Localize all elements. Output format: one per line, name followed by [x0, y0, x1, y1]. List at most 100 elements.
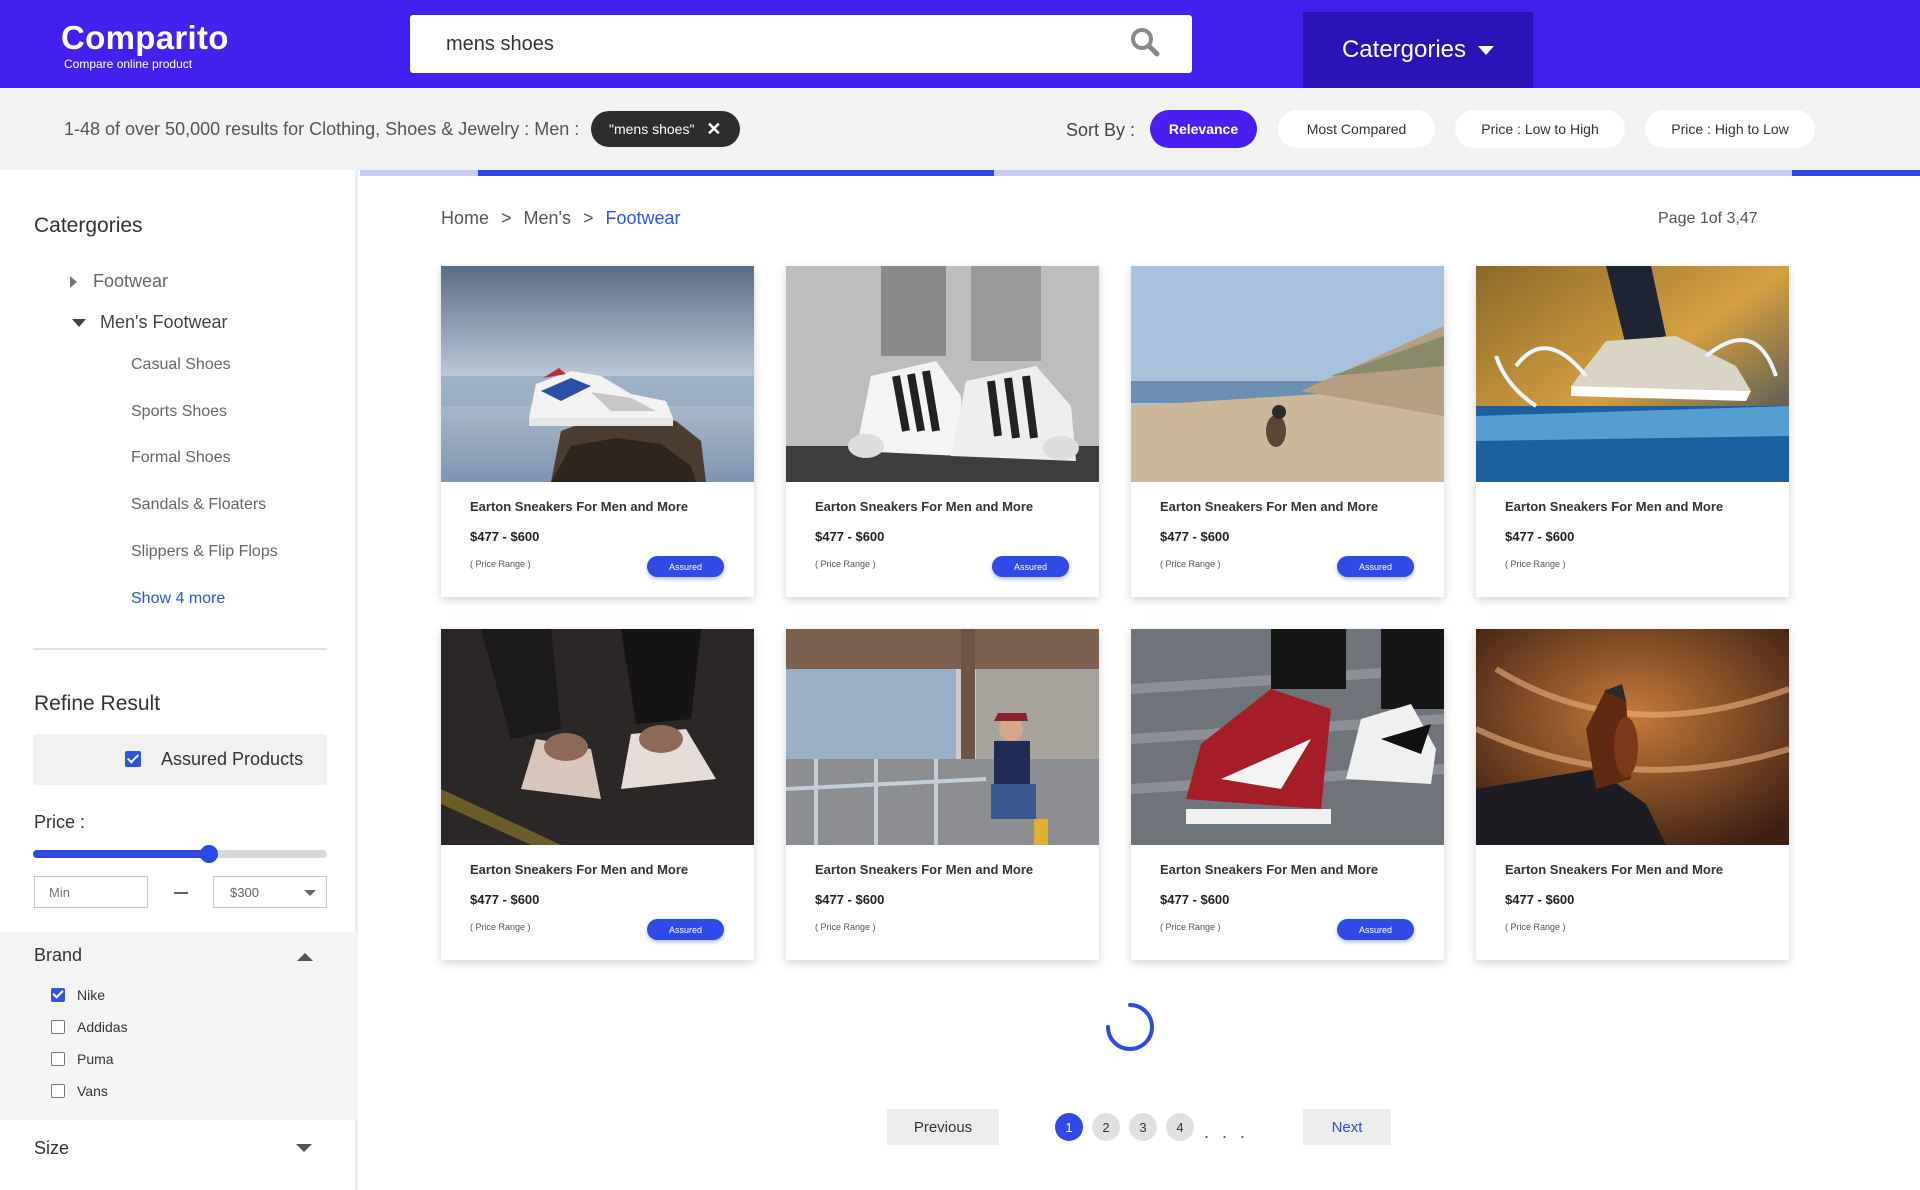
product-image[interactable] — [1131, 629, 1444, 845]
product-card[interactable]: Earton Sneakers For Men and More $477 - … — [786, 629, 1099, 960]
price-max-value: $300 — [230, 884, 259, 900]
page-number-1[interactable]: 1 — [1055, 1113, 1083, 1141]
tree-item-mens-footwear[interactable]: Men's Footwear — [72, 312, 228, 333]
price-slider[interactable] — [33, 845, 327, 863]
chevron-down-icon — [304, 890, 316, 896]
brand-label: Puma — [77, 1051, 114, 1067]
product-title[interactable]: Earton Sneakers For Men and More — [1505, 499, 1723, 514]
product-card[interactable]: Earton Sneakers For Men and More $477 - … — [1476, 629, 1789, 960]
product-card[interactable]: Earton Sneakers For Men and More $477 - … — [786, 266, 1099, 597]
product-title[interactable]: Earton Sneakers For Men and More — [815, 499, 1033, 514]
product-card[interactable]: Earton Sneakers For Men and More $477 - … — [1131, 266, 1444, 597]
product-title[interactable]: Earton Sneakers For Men and More — [815, 862, 1033, 877]
product-image[interactable] — [1476, 266, 1789, 482]
product-title[interactable]: Earton Sneakers For Men and More — [1160, 499, 1378, 514]
assured-products-filter[interactable]: Assured Products — [33, 734, 327, 785]
product-card[interactable]: Earton Sneakers For Men and More $477 - … — [441, 629, 754, 960]
close-icon[interactable]: ✕ — [706, 119, 721, 140]
caret-down-icon[interactable] — [296, 1144, 312, 1152]
tying-shoes-image — [441, 629, 754, 845]
brand-checkbox[interactable] — [51, 1020, 65, 1034]
product-title[interactable]: Earton Sneakers For Men and More — [470, 862, 688, 877]
page-number-4[interactable]: 4 — [1166, 1113, 1194, 1141]
brand-checkbox[interactable] — [51, 1084, 65, 1098]
product-image[interactable] — [1476, 629, 1789, 845]
product-card[interactable]: Earton Sneakers For Men and More $477 - … — [1476, 266, 1789, 597]
search-tag-chip[interactable]: "mens shoes" ✕ — [591, 111, 740, 147]
breadcrumb-mens[interactable]: Men's — [524, 208, 571, 229]
product-title[interactable]: Earton Sneakers For Men and More — [1160, 862, 1378, 877]
product-price-range-label: ( Price Range ) — [1160, 922, 1221, 932]
category-formal-shoes[interactable]: Formal Shoes — [131, 449, 231, 467]
product-image[interactable] — [786, 266, 1099, 482]
next-page-button[interactable]: Next — [1303, 1109, 1391, 1145]
category-slippers-flip-flops[interactable]: Slippers & Flip Flops — [131, 543, 278, 561]
sort-price-low-high-button[interactable]: Price : Low to High — [1455, 110, 1625, 148]
loading-progress-segment — [478, 170, 994, 176]
sort-price-high-low-button[interactable]: Price : High to Low — [1645, 110, 1815, 148]
product-price: $477 - $600 — [470, 892, 540, 907]
search-input[interactable] — [446, 15, 1106, 73]
product-image[interactable] — [441, 629, 754, 845]
logo-title: Comparito — [61, 19, 229, 56]
results-count: 1-48 of over 50,000 results for Clothing… — [64, 119, 580, 139]
price-max-select[interactable]: $300 — [213, 876, 327, 908]
product-price-range-label: ( Price Range ) — [470, 559, 531, 569]
assured-badge: Assured — [1337, 556, 1414, 577]
logo[interactable]: Comparito Compare online product — [61, 19, 229, 71]
brand-option-nike[interactable]: Nike — [51, 987, 105, 1003]
price-min-input[interactable] — [34, 876, 148, 908]
range-dash — [174, 892, 188, 894]
tree-item-label: Men's Footwear — [100, 312, 228, 332]
brand-option-vans[interactable]: Vans — [51, 1083, 108, 1099]
categories-label: Catergories — [1341, 36, 1467, 63]
assured-checkbox[interactable] — [125, 751, 141, 767]
product-title[interactable]: Earton Sneakers For Men and More — [1505, 862, 1723, 877]
black-white-sneakers-image — [786, 266, 1099, 482]
breadcrumb-home[interactable]: Home — [441, 208, 489, 229]
brand-checkbox[interactable] — [51, 1052, 65, 1066]
page-number-2[interactable]: 2 — [1092, 1113, 1120, 1141]
top-header: Comparito Compare online product Catergo… — [0, 0, 1920, 88]
size-heading[interactable]: Size — [34, 1138, 69, 1159]
assured-badge: Assured — [647, 919, 724, 940]
brand-option-addidas[interactable]: Addidas — [51, 1019, 128, 1035]
product-title[interactable]: Earton Sneakers For Men and More — [470, 499, 688, 514]
product-card[interactable]: Earton Sneakers For Men and More $477 - … — [1131, 629, 1444, 960]
pagination-ellipsis: . . . — [1204, 1122, 1250, 1142]
brand-option-puma[interactable]: Puma — [51, 1051, 114, 1067]
show-more-link[interactable]: Show 4 more — [131, 590, 225, 608]
sort-by-label: Sort By : — [1066, 120, 1136, 140]
product-image[interactable] — [1131, 266, 1444, 482]
tree-item-label: Footwear — [93, 271, 169, 291]
category-sandals-floaters[interactable]: Sandals & Floaters — [131, 496, 266, 514]
category-sports-shoes[interactable]: Sports Shoes — [131, 403, 227, 421]
brand-label: Nike — [77, 987, 106, 1003]
categories-dropdown-button[interactable]: Catergories — [1303, 12, 1533, 88]
product-price: $477 - $600 — [815, 529, 885, 544]
assured-label: Assured Products — [161, 749, 304, 769]
categories-heading: Catergories — [34, 214, 143, 237]
sort-relevance-button[interactable]: Relevance — [1150, 110, 1257, 148]
product-image[interactable] — [786, 629, 1099, 845]
brand-heading[interactable]: Brand — [34, 945, 82, 966]
tree-item-footwear[interactable]: Footwear — [70, 271, 168, 292]
caret-up-icon[interactable] — [297, 953, 313, 961]
search-tag-label: "mens shoes" — [609, 121, 695, 137]
product-image[interactable] — [441, 266, 754, 482]
sort-most-compared-button[interactable]: Most Compared — [1278, 110, 1435, 148]
product-price-range-label: ( Price Range ) — [1160, 559, 1221, 569]
product-card[interactable]: Earton Sneakers For Men and More $477 - … — [441, 266, 754, 597]
category-casual-shoes[interactable]: Casual Shoes — [131, 356, 231, 374]
spinner-icon — [1106, 1003, 1154, 1051]
breadcrumb-separator: > — [501, 208, 512, 228]
chevron-down-icon — [1478, 45, 1495, 55]
product-price: $477 - $600 — [1160, 529, 1230, 544]
man-on-railing-image — [786, 629, 1099, 845]
price-label: Price : — [34, 812, 86, 832]
caret-right-icon — [70, 275, 77, 288]
previous-page-button[interactable]: Previous — [887, 1109, 999, 1145]
brand-checkbox[interactable] — [51, 988, 65, 1002]
search-icon[interactable] — [1130, 27, 1160, 57]
page-number-3[interactable]: 3 — [1129, 1113, 1157, 1141]
